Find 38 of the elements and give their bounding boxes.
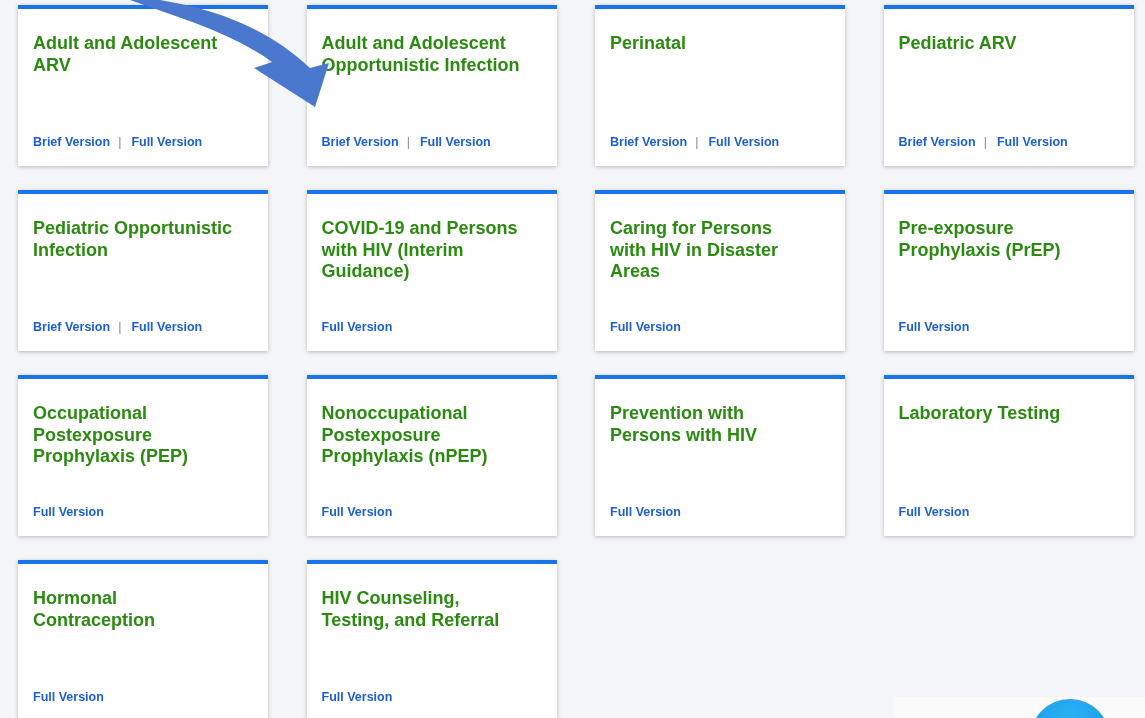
version-link[interactable]: Full Version [321, 688, 393, 707]
card-title: Prevention with Persons with HIV [610, 403, 759, 446]
card-title: Occupational Postexposure Prophylaxis (PEP) [33, 403, 190, 468]
version-link[interactable]: Full Version [131, 318, 203, 337]
version-link[interactable]: Full Version [708, 133, 780, 152]
link-separator: | [983, 134, 987, 152]
version-link[interactable]: Full Version [33, 503, 104, 522]
card-title: Pediatric Opportunistic Infection [33, 218, 233, 261]
version-link[interactable]: Full Version [996, 133, 1068, 152]
version-link[interactable]: Full Version [898, 318, 970, 337]
card-title: Caring for Persons with HIV in Disaster Areas [610, 218, 780, 283]
version-link[interactable]: Full Version [321, 503, 393, 522]
card-title: Adult and Adolescent ARV [33, 33, 219, 76]
version-link[interactable]: Brief Version [610, 133, 688, 152]
version-link[interactable]: Brief Version [33, 318, 111, 337]
card-title: Laboratory Testing [898, 403, 1062, 425]
version-link[interactable]: Full Version [610, 318, 681, 337]
version-link[interactable]: Full Version [33, 688, 104, 707]
version-link[interactable]: Full Version [610, 503, 681, 522]
version-link[interactable]: Full Version [419, 133, 491, 152]
link-separator: | [118, 134, 122, 152]
version-link[interactable]: Brief Version [321, 133, 399, 152]
card-title: Pediatric ARV [898, 33, 1018, 55]
card-title: Pre-exposure Prophylaxis (PrEP) [898, 218, 1062, 261]
link-separator: | [695, 134, 699, 152]
card-title: HIV Counseling, Testing, and Referral [321, 588, 501, 631]
card-title: Nonoccupational Postexposure Prophylaxis (nPEP) [321, 403, 489, 468]
card-title: Perinatal [610, 33, 688, 55]
version-link[interactable]: Full Version [898, 503, 970, 522]
link-separator: | [406, 134, 410, 152]
version-link[interactable]: Full Version [131, 133, 203, 152]
version-link[interactable]: Brief Version [33, 133, 111, 152]
card-title: COVID-19 and Persons with HIV (Interim Guidance) [321, 218, 519, 283]
link-separator: | [118, 319, 122, 337]
version-link[interactable]: Full Version [321, 318, 393, 337]
card-title: Adult and Adolescent Opportunistic Infection [321, 33, 521, 76]
version-link[interactable]: Brief Version [898, 133, 976, 152]
card-title: Hormonal Contraception [33, 588, 156, 631]
